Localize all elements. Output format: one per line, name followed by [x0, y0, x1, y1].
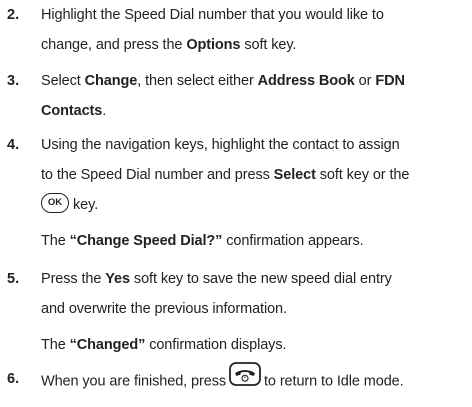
step-text-line: When you are finished, press — [41, 373, 226, 390]
step-text-line: , then select either — [137, 73, 258, 89]
confirmation-message: “Changed” — [69, 337, 146, 353]
ok-key-icon: OK — [41, 193, 69, 214]
step-text-line: soft key to save the new speed dial entr… — [129, 271, 392, 287]
step-text-line: . — [102, 103, 107, 119]
step-text-line: Highlight the Speed Dial number that you… — [41, 7, 384, 23]
confirmation-note: confirmation displays. — [145, 337, 287, 353]
change-option-label: Change — [84, 73, 138, 89]
step-text-line: key. — [73, 197, 99, 213]
step-number: 6. — [7, 371, 20, 387]
step-text: When you are finished, press to return to… — [41, 362, 468, 397]
step-text-line: to the Speed Dial number and press — [41, 167, 274, 183]
confirmation-note: The — [41, 337, 70, 353]
step-number: 4. — [7, 137, 20, 153]
step-number: 5. — [7, 271, 20, 287]
step-number: 2. — [7, 7, 20, 23]
step-text-line: and overwrite the previous information. — [41, 301, 287, 317]
options-key-label: Options — [186, 37, 241, 53]
end-key-icon — [229, 362, 261, 397]
confirmation-message: “Change Speed Dial?” — [69, 233, 223, 249]
step-text: Highlight the Speed Dial number that you… — [41, 0, 468, 60]
yes-key-label: Yes — [105, 271, 130, 287]
step-text-line: to return to Idle mode. — [264, 373, 404, 390]
step-number: 3. — [7, 73, 20, 89]
confirmation-note: The — [41, 233, 70, 249]
step-text-line: or — [354, 73, 376, 89]
address-book-option-label: Address Book — [257, 73, 355, 89]
fdn-option-label: FDN — [375, 73, 405, 89]
step-text-line: Press the — [41, 271, 106, 287]
select-key-label: Select — [273, 167, 316, 183]
step-text-line: soft key. — [240, 37, 297, 53]
confirmation-note: confirmation appears. — [222, 233, 364, 249]
manual-page: 2. Highlight the Speed Dial number that … — [0, 0, 472, 407]
step-text: Select Change, then select either Addres… — [41, 66, 468, 126]
step-text-line: change, and press the — [41, 37, 187, 53]
step-text-line: Select — [41, 73, 85, 89]
step-text: Using the navigation keys, highlight the… — [41, 130, 468, 256]
step-text-line: Using the navigation keys, highlight the… — [41, 137, 400, 153]
contacts-option-label: Contacts — [41, 103, 103, 119]
step-text: Press the Yes soft key to save the new s… — [41, 264, 468, 360]
step-text-line: soft key or the — [315, 167, 410, 183]
